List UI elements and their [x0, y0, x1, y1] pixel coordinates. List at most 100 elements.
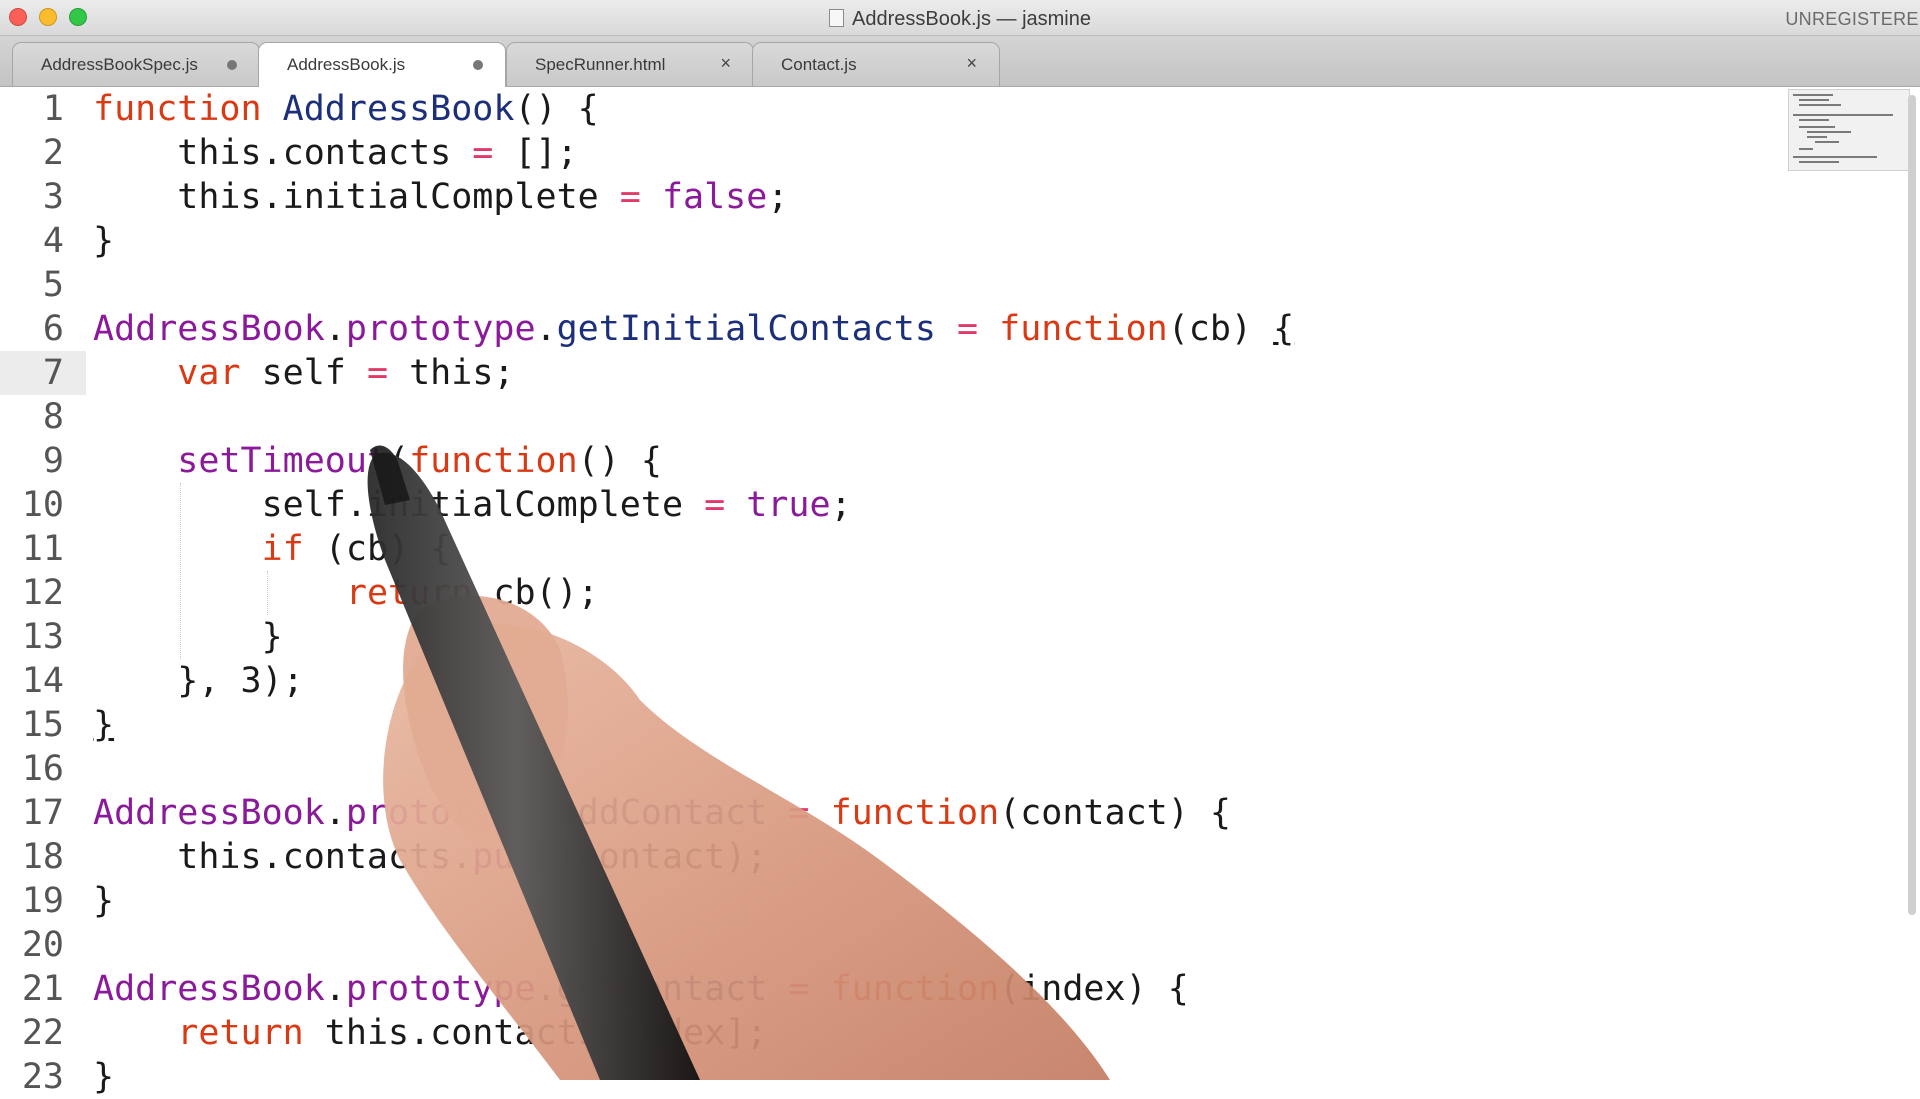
- code-line-15: }: [93, 703, 114, 747]
- line-number: 19: [21, 881, 64, 921]
- tab-label: AddressBook.js: [287, 55, 406, 74]
- tab-contact[interactable]: Contact.js ×: [752, 42, 1000, 86]
- close-tab-icon[interactable]: ×: [966, 53, 977, 74]
- token-text: (cb) {: [303, 529, 452, 569]
- code-line-13: }: [93, 615, 283, 659]
- code-line-2: this.contacts = [];: [93, 131, 578, 175]
- code-line-17: AddressBook.prototype.addContact = funct…: [93, 791, 1231, 835]
- line-number: 11: [21, 529, 64, 569]
- close-tab-icon[interactable]: ×: [720, 53, 731, 74]
- token-text: (cb): [1167, 309, 1274, 349]
- unsaved-dot-icon[interactable]: [227, 60, 237, 70]
- line-number-gutter: 1 2 3 4 5 6 7 8 9 10 11 12 13 14 15 16 1…: [0, 87, 86, 1097]
- line-number: 5: [42, 265, 64, 305]
- code-line-7: var self = this;: [93, 351, 514, 395]
- token-text: this.contacts: [93, 133, 473, 173]
- token-text: [];: [493, 133, 578, 173]
- line-number: 10: [21, 485, 64, 525]
- token-operator: =: [788, 969, 810, 1009]
- line-number: 8: [42, 397, 64, 437]
- token-keyword: return: [177, 1013, 304, 1053]
- token-text: () {: [577, 441, 662, 481]
- window-title-text: AddressBook.js — jasmine: [852, 8, 1091, 30]
- token-keyword: function: [409, 441, 578, 481]
- code-line-14: }, 3);: [93, 659, 303, 703]
- minimap-line: [1799, 119, 1829, 121]
- line-number: 15: [21, 705, 64, 745]
- code-editor[interactable]: 1 2 3 4 5 6 7 8 9 10 11 12 13 14 15 16 1…: [0, 87, 1920, 1097]
- unsaved-dot-icon[interactable]: [473, 60, 483, 70]
- token-operator: =: [366, 353, 389, 393]
- code-line-18: this.contacts.push(contact);: [93, 835, 767, 879]
- token-keyword: function: [93, 89, 262, 129]
- code-line-10: self.initialComplete = true;: [93, 483, 852, 527]
- code-line-21: AddressBook.prototype.getContact = funct…: [93, 967, 1189, 1011]
- tab-specrunner[interactable]: SpecRunner.html ×: [506, 42, 754, 86]
- token-boolean: false: [661, 177, 768, 217]
- unregistered-label: UNREGISTERED: [1785, 9, 1920, 29]
- minimap-line: [1799, 99, 1829, 101]
- token-method: addContact: [556, 793, 768, 833]
- token-text: .: [535, 793, 557, 833]
- tab-addressbookspec[interactable]: AddressBookSpec.js: [12, 42, 260, 86]
- token-function-call: push: [472, 837, 557, 877]
- token-text: }: [93, 221, 115, 261]
- line-number: 22: [21, 1013, 64, 1053]
- line-number: 1: [42, 89, 64, 129]
- token-text: .: [535, 969, 557, 1009]
- token-text: .: [324, 793, 346, 833]
- token-keyword: function: [830, 969, 1000, 1009]
- token-prototype: prototype: [345, 793, 536, 833]
- token-text: (contact) {: [999, 793, 1231, 833]
- token-keyword: var: [177, 353, 241, 393]
- minimap-line: [1793, 94, 1833, 96]
- token-method: getInitialContacts: [556, 309, 936, 349]
- token-text: () {: [514, 89, 599, 129]
- token-operator: =: [788, 793, 810, 833]
- code-line-6: AddressBook.prototype.getInitialContacts…: [93, 307, 1294, 351]
- token-keyword: function: [830, 793, 1000, 833]
- minimap-line: [1799, 104, 1841, 106]
- token-text: (: [388, 441, 410, 481]
- minimap-line: [1793, 114, 1893, 116]
- line-number: 14: [21, 661, 64, 701]
- code-line-9: setTimeout(function() {: [93, 439, 662, 483]
- tab-addressbook[interactable]: AddressBook.js: [258, 42, 506, 87]
- token-text: cb();: [472, 573, 599, 613]
- line-number: 12: [21, 573, 64, 613]
- token-text: .: [535, 309, 557, 349]
- line-number: 7: [42, 353, 64, 393]
- code-area[interactable]: function AddressBook() { this.contacts =…: [93, 87, 1773, 1097]
- token-matched-brace: {: [1273, 309, 1295, 349]
- minimap-line: [1807, 136, 1827, 138]
- code-line-19: }: [93, 879, 114, 923]
- token-boolean: true: [746, 485, 831, 525]
- tab-bar: AddressBookSpec.js AddressBook.js SpecRu…: [0, 36, 1920, 87]
- token-text: }: [93, 705, 115, 745]
- token-operator: =: [619, 177, 641, 217]
- line-number: 6: [42, 309, 64, 349]
- minimap[interactable]: [1788, 89, 1910, 171]
- token-text: ;: [767, 177, 789, 217]
- token-text: .: [324, 969, 346, 1009]
- token-prototype: prototype: [345, 309, 536, 349]
- tab-label: AddressBookSpec.js: [41, 55, 198, 74]
- code-line-12: return cb();: [93, 571, 599, 615]
- line-number: 2: [42, 133, 64, 173]
- vertical-scrollbar[interactable]: [1908, 95, 1916, 915]
- document-icon: [829, 9, 844, 27]
- token-keyword: if: [261, 529, 304, 569]
- line-number: 20: [21, 925, 64, 965]
- tab-label: SpecRunner.html: [535, 55, 666, 74]
- line-number: 9: [42, 441, 64, 481]
- code-line-11: if (cb) {: [93, 527, 452, 571]
- minimap-line: [1807, 131, 1851, 133]
